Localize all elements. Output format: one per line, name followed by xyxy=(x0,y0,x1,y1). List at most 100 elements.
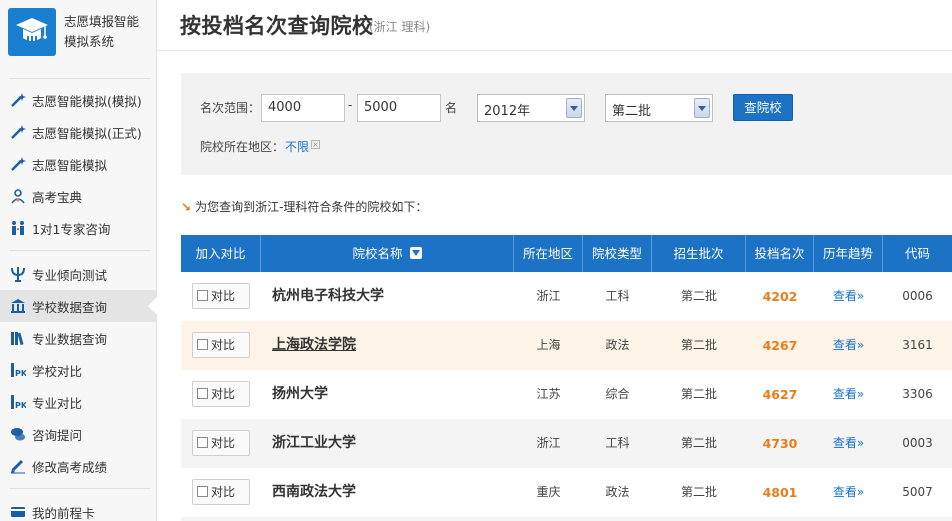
page-title: 按投档名次查询院校 xyxy=(180,14,374,38)
school-name-link[interactable]: 扬州大学 xyxy=(272,370,328,419)
view-trend-link[interactable]: 查看» xyxy=(814,272,883,321)
view-trend-link[interactable]: 查看» xyxy=(814,321,883,370)
sidebar-item-major-test[interactable]: 专业倾向测试 xyxy=(0,258,157,290)
cell-batch: 第二批 xyxy=(680,436,717,450)
close-icon[interactable]: × xyxy=(311,140,320,149)
compare-label: 对比 xyxy=(211,387,236,401)
sidebar-item-simulate-mock[interactable]: 志愿智能模拟(模拟) xyxy=(0,84,157,116)
sidebar-item-label: 学校对比 xyxy=(32,363,83,379)
school-name-link[interactable]: 西南政法大学 xyxy=(272,468,356,517)
header-batch: 招生批次 xyxy=(652,235,746,272)
header-school-name-label: 院校名称 xyxy=(352,246,403,261)
sidebar-item-major-compare[interactable]: PK 专业对比 xyxy=(0,386,157,418)
rank-from-input[interactable]: 4000 xyxy=(261,94,345,122)
result-note-text: 为您查询到浙江-理科符合条件的院校如下： xyxy=(195,200,428,214)
range-dash: - xyxy=(348,98,353,112)
bank-building-icon xyxy=(9,297,27,315)
chevron-down-icon xyxy=(694,98,710,118)
sidebar-item-school-data[interactable]: 学校数据查询 xyxy=(0,290,158,322)
app-title: 志愿填报智能 模拟系统 xyxy=(64,12,154,52)
filter-panel: 名次范围： 4000 - 5000 名 2012年 第二批 查院校 院校所在地区… xyxy=(181,73,952,175)
cell-region: 上海 xyxy=(536,338,561,352)
svg-text:PK: PK xyxy=(15,369,26,378)
cell-code: 0006 xyxy=(902,289,933,303)
cell-code: 3306 xyxy=(902,387,933,401)
sidebar-item-gaokao-guide[interactable]: 高考宝典 xyxy=(0,180,157,212)
view-trend-link[interactable]: 查看» xyxy=(814,468,883,517)
cell-code: 5007 xyxy=(902,485,933,499)
chevron-down-icon xyxy=(566,98,582,118)
chat-bubbles-icon xyxy=(9,425,27,443)
header-trend: 历年趋势 xyxy=(814,235,883,272)
header-school-name[interactable]: 院校名称 xyxy=(261,235,514,272)
sidebar-item-simulate[interactable]: 志愿智能模拟 xyxy=(0,148,157,180)
sidebar-item-simulate-formal[interactable]: 志愿智能模拟(正式) xyxy=(0,116,157,148)
cell-batch: 第二批 xyxy=(680,289,717,303)
compare-checkbox[interactable]: 对比 xyxy=(192,479,250,505)
sidebar-item-expert-consult[interactable]: 1对1专家咨询 xyxy=(0,212,157,244)
sidebar-item-label: 1对1专家咨询 xyxy=(32,221,111,237)
magic-wand-icon xyxy=(9,91,27,109)
sort-down-icon xyxy=(409,247,422,259)
sidebar-item-label: 专业对比 xyxy=(32,395,83,411)
sidebar-divider xyxy=(10,78,150,79)
table-row: 对比 上海政法学院 上海 政法 第二批 4267 查看» 3161 xyxy=(181,321,952,370)
sidebar: 志愿填报智能 模拟系统 志愿智能模拟(模拟) 志愿智能模拟(正式) 志愿智能模拟 xyxy=(0,0,158,521)
compare-label: 对比 xyxy=(211,485,236,499)
svg-text:PK: PK xyxy=(15,401,26,410)
graduation-cap-icon xyxy=(16,18,48,44)
sidebar-item-edit-score[interactable]: 修改高考成绩 xyxy=(0,450,157,482)
cell-type: 工科 xyxy=(605,289,630,303)
checkbox-icon xyxy=(197,339,208,350)
sidebar-item-label: 我的前程卡 xyxy=(32,505,95,521)
sidebar-item-school-compare[interactable]: PK 学校对比 xyxy=(0,354,157,386)
sidebar-item-major-data[interactable]: 专业数据查询 xyxy=(0,322,157,354)
cell-batch: 第二批 xyxy=(680,387,717,401)
magic-wand-icon xyxy=(9,123,27,141)
year-select-value: 2012年 xyxy=(484,104,531,119)
view-trend-link[interactable]: 查看» xyxy=(814,419,883,468)
header-rank: 投档名次 xyxy=(746,235,814,272)
school-name-link[interactable]: 上海政法学院 xyxy=(272,321,356,370)
sidebar-item-label: 专业倾向测试 xyxy=(32,267,108,283)
app-title-line1: 志愿填报智能 xyxy=(64,14,140,29)
sidebar-item-label: 学校数据查询 xyxy=(32,299,108,315)
compare-checkbox[interactable]: 对比 xyxy=(192,283,250,309)
school-name-link[interactable]: 杭州电子科技大学 xyxy=(272,272,384,321)
edit-pencil-icon xyxy=(9,457,27,475)
result-note: ↘ 为您查询到浙江-理科符合条件的院校如下： xyxy=(181,198,427,215)
header-code: 代码 xyxy=(904,246,930,261)
batch-select[interactable]: 第二批 xyxy=(605,94,713,122)
cell-type: 政法 xyxy=(605,338,630,352)
sidebar-item-future-card[interactable]: 我的前程卡 xyxy=(0,496,157,521)
view-trend-link[interactable]: 查看» xyxy=(814,370,883,419)
consult-people-icon xyxy=(9,219,27,237)
checkbox-icon xyxy=(197,486,208,497)
checkbox-icon xyxy=(197,437,208,448)
app-root: 志愿填报智能 模拟系统 志愿智能模拟(模拟) 志愿智能模拟(正式) 志愿智能模拟 xyxy=(0,0,952,521)
card-icon xyxy=(9,503,27,521)
cell-rank: 4730 xyxy=(762,436,798,451)
cell-batch: 第二批 xyxy=(680,338,717,352)
cell-rank: 4627 xyxy=(762,387,798,402)
cell-region: 重庆 xyxy=(536,485,561,499)
header-divider xyxy=(157,50,952,51)
compare-checkbox[interactable]: 对比 xyxy=(192,332,250,358)
psi-icon xyxy=(9,265,27,283)
compare-checkbox[interactable]: 对比 xyxy=(192,381,250,407)
rank-to-input[interactable]: 5000 xyxy=(357,94,441,122)
cell-type: 工科 xyxy=(605,436,630,450)
cell-code: 0003 xyxy=(902,436,933,450)
search-schools-button[interactable]: 查院校 xyxy=(733,94,793,121)
rank-unit-label: 名 xyxy=(445,101,458,115)
sidebar-item-label: 修改高考成绩 xyxy=(32,459,108,475)
sidebar-item-ask-question[interactable]: 咨询提问 xyxy=(0,418,157,450)
year-select[interactable]: 2012年 xyxy=(477,94,585,122)
school-name-link[interactable]: 浙江工业大学 xyxy=(272,419,356,468)
compare-label: 对比 xyxy=(211,289,236,303)
magic-wand-icon xyxy=(9,155,27,173)
table-row: 对比 杭州电子科技大学 浙江 工科 第二批 4202 查看» 0006 xyxy=(181,272,952,321)
region-filter-link[interactable]: 不限 xyxy=(285,138,309,155)
pk-icon: PK xyxy=(9,393,27,411)
compare-checkbox[interactable]: 对比 xyxy=(192,430,250,456)
